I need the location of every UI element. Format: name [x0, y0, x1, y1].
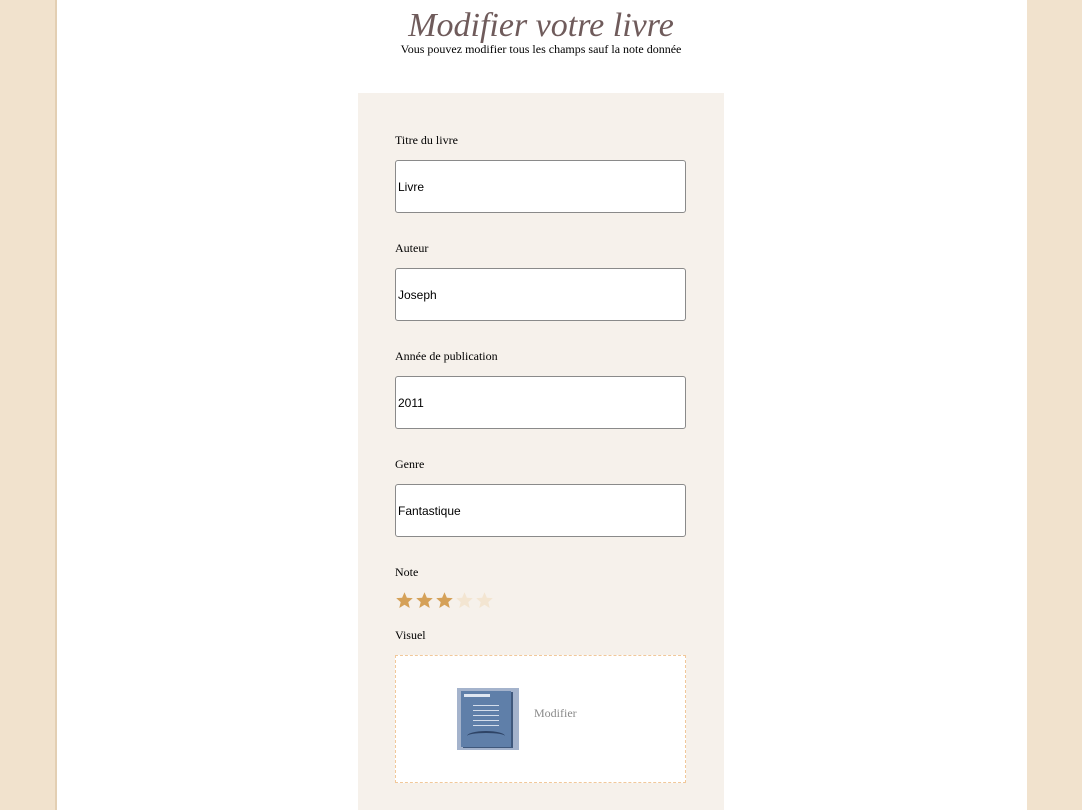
rating-label: Note — [395, 565, 419, 579]
edit-book-form: Titre du livre Auteur Année de publicati… — [358, 93, 724, 810]
star-empty-icon — [476, 592, 493, 609]
star-empty-icon — [456, 592, 473, 609]
star-filled-icon — [396, 592, 413, 609]
rating-stars — [395, 591, 494, 611]
image-upload-area[interactable]: Modifier — [395, 655, 686, 783]
page-subtitle: Vous pouvez modifier tous les champs sau… — [400, 42, 682, 56]
cover-text-lines — [473, 705, 499, 729]
title-input[interactable] — [395, 160, 686, 213]
author-label: Auteur — [395, 241, 429, 255]
page-header: Modifier votre livre Vous pouvez modifie… — [0, 0, 1082, 57]
year-input[interactable] — [395, 376, 686, 429]
page-edge — [55, 0, 57, 810]
title-label: Titre du livre — [395, 133, 458, 147]
genre-input[interactable] — [395, 484, 686, 537]
cover-band — [464, 694, 490, 697]
genre-label: Genre — [395, 457, 425, 471]
star-filled-icon — [436, 592, 453, 609]
star-filled-icon — [416, 592, 433, 609]
author-input[interactable] — [395, 268, 686, 321]
book-cover-art — [461, 691, 511, 747]
year-label: Année de publication — [395, 349, 498, 363]
visual-label: Visuel — [395, 628, 426, 642]
cover-wave — [467, 731, 505, 741]
modify-image-button[interactable]: Modifier — [534, 706, 577, 720]
page-title: Modifier votre livre — [408, 7, 674, 44]
book-cover-image — [457, 688, 519, 750]
